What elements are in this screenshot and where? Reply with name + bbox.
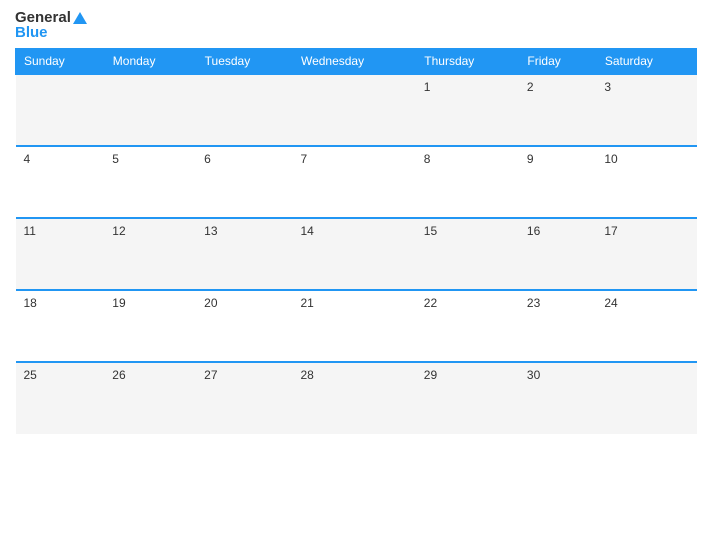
calendar-day-cell: 25: [16, 362, 105, 434]
calendar-day-cell: [596, 362, 696, 434]
calendar-day-cell: 7: [292, 146, 415, 218]
calendar-day-cell: 13: [196, 218, 292, 290]
calendar-day-cell: 29: [416, 362, 519, 434]
day-number: 13: [204, 224, 217, 238]
header-tuesday: Tuesday: [196, 49, 292, 75]
day-number: 2: [527, 80, 534, 94]
day-number: 14: [300, 224, 313, 238]
calendar-day-cell: 22: [416, 290, 519, 362]
calendar-day-cell: 8: [416, 146, 519, 218]
calendar-day-cell: 3: [596, 74, 696, 146]
day-number: 22: [424, 296, 437, 310]
calendar-day-cell: 14: [292, 218, 415, 290]
calendar-day-cell: 23: [519, 290, 596, 362]
calendar-page: General Blue Sunday Monday Tuesday Wedne…: [0, 0, 712, 550]
calendar-week-row: 11 12 13 14 15 16 17: [16, 218, 697, 290]
calendar-week-row: 4 5 6 7 8 9 10: [16, 146, 697, 218]
calendar-day-cell: [196, 74, 292, 146]
calendar-day-cell: [104, 74, 196, 146]
day-number: 8: [424, 152, 431, 166]
header-saturday: Saturday: [596, 49, 696, 75]
calendar-day-cell: 4: [16, 146, 105, 218]
day-number: 24: [604, 296, 617, 310]
calendar-day-cell: 28: [292, 362, 415, 434]
day-number: 19: [112, 296, 125, 310]
calendar-day-cell: 18: [16, 290, 105, 362]
calendar-day-cell: 5: [104, 146, 196, 218]
calendar-day-cell: 26: [104, 362, 196, 434]
calendar-day-cell: 12: [104, 218, 196, 290]
calendar-day-cell: 16: [519, 218, 596, 290]
day-number: 29: [424, 368, 437, 382]
day-number: 30: [527, 368, 540, 382]
day-number: 18: [24, 296, 37, 310]
calendar-week-row: 18 19 20 21 22 23 24: [16, 290, 697, 362]
calendar-day-cell: 20: [196, 290, 292, 362]
day-number: 25: [24, 368, 37, 382]
calendar-day-cell: [292, 74, 415, 146]
calendar-day-cell: 27: [196, 362, 292, 434]
header-wednesday: Wednesday: [292, 49, 415, 75]
day-number: 28: [300, 368, 313, 382]
calendar-day-cell: 6: [196, 146, 292, 218]
calendar-table: Sunday Monday Tuesday Wednesday Thursday…: [15, 48, 697, 434]
day-number: 23: [527, 296, 540, 310]
logo-triangle-icon: [73, 12, 87, 24]
day-number: 6: [204, 152, 211, 166]
day-number: 10: [604, 152, 617, 166]
calendar-day-cell: 21: [292, 290, 415, 362]
day-number: 21: [300, 296, 313, 310]
day-number: 17: [604, 224, 617, 238]
logo: General Blue: [15, 10, 87, 40]
calendar-day-cell: 19: [104, 290, 196, 362]
logo-general-text: General: [15, 10, 87, 25]
calendar-week-row: 1 2 3: [16, 74, 697, 146]
day-number: 1: [424, 80, 431, 94]
calendar-day-cell: 11: [16, 218, 105, 290]
header-sunday: Sunday: [16, 49, 105, 75]
calendar-day-cell: 30: [519, 362, 596, 434]
calendar-day-cell: 1: [416, 74, 519, 146]
calendar-day-cell: 2: [519, 74, 596, 146]
calendar-day-cell: 9: [519, 146, 596, 218]
day-number: 7: [300, 152, 307, 166]
day-number: 27: [204, 368, 217, 382]
day-number: 12: [112, 224, 125, 238]
day-number: 20: [204, 296, 217, 310]
header-thursday: Thursday: [416, 49, 519, 75]
header-friday: Friday: [519, 49, 596, 75]
calendar-day-cell: [16, 74, 105, 146]
calendar-day-cell: 10: [596, 146, 696, 218]
calendar-day-cell: 17: [596, 218, 696, 290]
weekday-header-row: Sunday Monday Tuesday Wednesday Thursday…: [16, 49, 697, 75]
calendar-week-row: 25 26 27 28 29 30: [16, 362, 697, 434]
day-number: 5: [112, 152, 119, 166]
day-number: 3: [604, 80, 611, 94]
day-number: 11: [24, 224, 36, 238]
day-number: 4: [24, 152, 31, 166]
logo-blue-text: Blue: [15, 25, 48, 40]
day-number: 9: [527, 152, 534, 166]
day-number: 26: [112, 368, 125, 382]
header-monday: Monday: [104, 49, 196, 75]
calendar-day-cell: 24: [596, 290, 696, 362]
day-number: 15: [424, 224, 437, 238]
day-number: 16: [527, 224, 540, 238]
calendar-header: General Blue: [15, 10, 697, 40]
calendar-day-cell: 15: [416, 218, 519, 290]
